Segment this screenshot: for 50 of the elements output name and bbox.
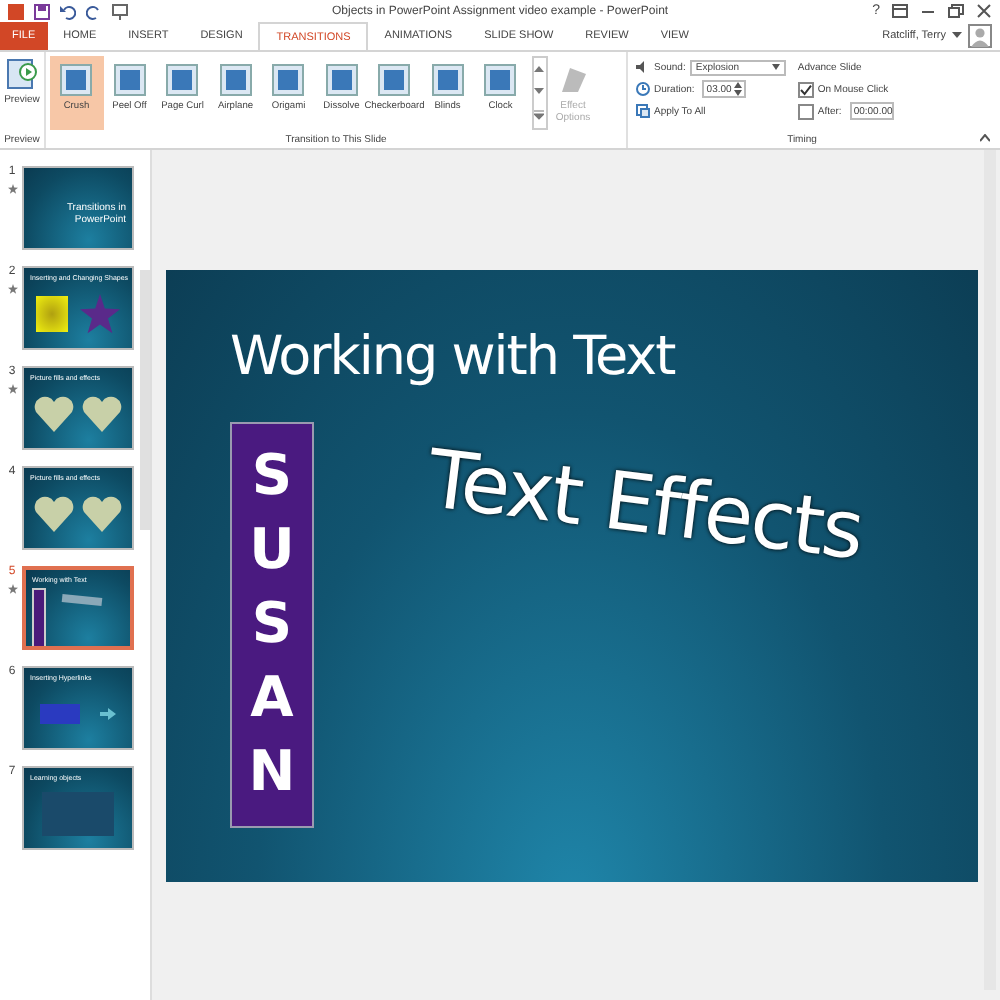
caret-icon [771,64,780,70]
collapse-ribbon-icon[interactable] [980,134,990,142]
redo-icon[interactable] [86,3,102,19]
presentation-icon[interactable] [112,3,128,19]
effect-options-icon [557,64,589,96]
ribbon-display-icon[interactable] [892,4,908,18]
heart-picture [82,396,122,432]
transition-icon [431,64,464,96]
scroll-down-icon[interactable] [534,87,544,96]
heart-picture [82,496,122,532]
close-icon[interactable] [976,4,992,18]
transition-icon [166,64,199,96]
avatar-icon[interactable] [968,24,992,48]
spinner-arrows-icon [734,82,743,96]
clock-icon [636,82,650,96]
apply-all-icon [636,104,650,118]
wordart-preview [61,593,103,607]
scrollbar[interactable] [984,150,996,990]
mouse-click-checkbox[interactable] [797,81,814,97]
transition-icon [378,64,411,96]
after-checkbox[interactable] [797,103,814,119]
heart-picture [34,496,74,532]
vertical-text-box [32,588,46,646]
gallery-scrollbar[interactable] [531,56,547,130]
vertical-text-box: SUSAN [230,422,314,828]
heart-picture [34,396,74,432]
arrow-shape [100,708,116,720]
more-icon[interactable] [534,110,544,121]
checkmark-icon [799,83,812,95]
restore-icon[interactable] [948,4,964,18]
transition-icon [325,64,358,96]
transition-icon [219,64,252,96]
wordart-text: Text Effects [422,434,868,579]
transition-icon [60,64,93,96]
transition-icon [272,64,305,96]
link-box [40,704,80,724]
preview-icon [6,58,38,90]
square-shape [35,296,67,332]
speaker-icon [636,60,650,74]
save-icon[interactable] [34,3,50,19]
photo-placeholder [42,792,114,836]
scroll-up-icon[interactable] [534,65,544,74]
slide-title: Working with Text [230,326,675,388]
panel-scrollbar[interactable] [140,270,150,530]
undo-icon[interactable] [60,3,76,19]
star-shape [77,294,121,334]
caret-icon[interactable] [952,32,962,40]
app-logo-icon [8,3,24,19]
transition-icon [484,64,517,96]
transition-icon [113,64,146,96]
